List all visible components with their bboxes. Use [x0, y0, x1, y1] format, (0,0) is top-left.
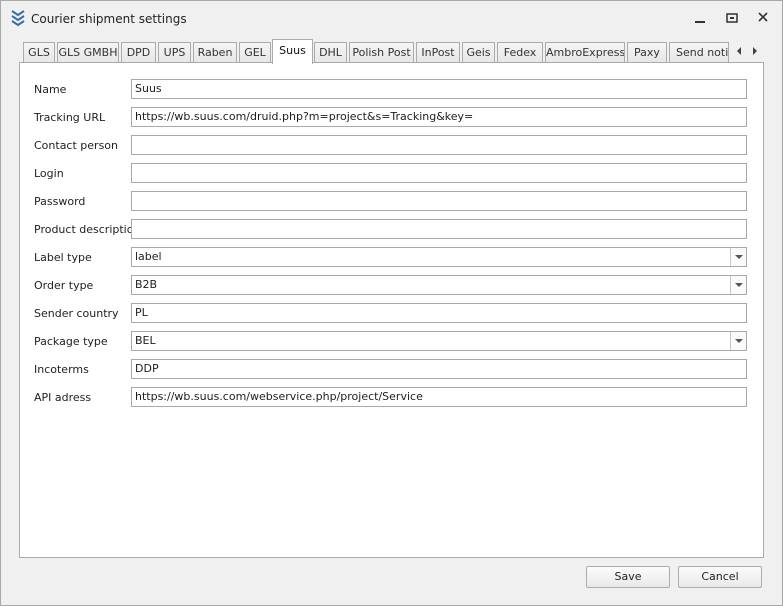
row-password: Password: [20, 191, 765, 211]
settings-panel: Name Suus Tracking URL https://wb.suus.c…: [19, 62, 764, 558]
tab-paxy[interactable]: Paxy: [627, 42, 667, 63]
row-package-type: Package type BEL: [20, 331, 765, 351]
product-description-input[interactable]: [131, 219, 747, 239]
package-type-label: Package type: [34, 335, 108, 348]
minimize-icon[interactable]: [691, 10, 709, 26]
label-type-select[interactable]: label: [131, 247, 747, 267]
package-type-select[interactable]: BEL: [131, 331, 747, 351]
row-name: Name Suus: [20, 79, 765, 99]
incoterms-label: Incoterms: [34, 363, 89, 376]
api-address-label: API adress: [34, 391, 92, 404]
tab-gls[interactable]: GLS: [23, 42, 55, 63]
contact-person-input[interactable]: [131, 135, 747, 155]
cancel-button[interactable]: Cancel: [678, 566, 762, 588]
order-type-label: Order type: [34, 279, 94, 292]
tab-ups[interactable]: UPS: [158, 42, 191, 63]
tab-geis[interactable]: Geis: [462, 42, 495, 63]
product-description-label: Product description: [34, 223, 141, 236]
sender-country-input[interactable]: PL: [131, 303, 747, 323]
password-input[interactable]: [131, 191, 747, 211]
tab-fedex[interactable]: Fedex: [497, 42, 543, 63]
tracking-url-input[interactable]: https://wb.suus.com/druid.php?m=project&…: [131, 107, 747, 127]
order-type-select[interactable]: B2B: [131, 275, 747, 295]
row-contact-person: Contact person: [20, 135, 765, 155]
order-type-value: B2B: [135, 278, 158, 291]
tab-ambroexpress[interactable]: AmbroExpress: [545, 42, 625, 63]
row-tracking-url: Tracking URL https://wb.suus.com/druid.p…: [20, 107, 765, 127]
close-icon[interactable]: [754, 10, 772, 26]
chevron-down-icon[interactable]: [730, 276, 746, 294]
tab-gel[interactable]: GEL: [239, 42, 271, 63]
window-title: Courier shipment settings: [31, 12, 187, 26]
triangle-left-icon[interactable]: [733, 44, 745, 58]
label-type-label: Label type: [34, 251, 92, 264]
tab-gls-gmbh[interactable]: GLS GMBH: [57, 42, 119, 63]
row-label-type: Label type label: [20, 247, 765, 267]
password-label: Password: [34, 195, 86, 208]
save-button[interactable]: Save: [586, 566, 670, 588]
login-input[interactable]: [131, 163, 747, 183]
chevron-down-icon[interactable]: [730, 248, 746, 266]
api-address-input[interactable]: https://wb.suus.com/webservice.php/proje…: [131, 387, 747, 407]
name-label: Name: [34, 83, 67, 96]
name-input[interactable]: Suus: [131, 79, 747, 99]
stacked-chevrons-icon: [10, 9, 26, 27]
tab-dpd[interactable]: DPD: [121, 42, 156, 63]
tab-send-notifications[interactable]: Send notifi: [669, 42, 729, 63]
login-label: Login: [34, 167, 64, 180]
title-bar: Courier shipment settings: [1, 1, 782, 35]
tab-inpost[interactable]: InPost: [416, 42, 460, 63]
courier-settings-window: Courier shipment settings GLS GLS GMBH D…: [0, 0, 783, 606]
tracking-url-label: Tracking URL: [34, 111, 106, 124]
row-order-type: Order type B2B: [20, 275, 765, 295]
triangle-right-icon[interactable]: [749, 44, 761, 58]
courier-tabs: GLS GLS GMBH DPD UPS Raben GEL Suus DHL …: [19, 39, 764, 64]
package-type-value: BEL: [135, 334, 156, 347]
tab-suus[interactable]: Suus: [272, 39, 313, 64]
row-login: Login: [20, 163, 765, 183]
row-sender-country: Sender country PL: [20, 303, 765, 323]
tab-dhl[interactable]: DHL: [314, 42, 347, 63]
chevron-down-icon[interactable]: [730, 332, 746, 350]
tab-polish-post[interactable]: Polish Post: [349, 42, 414, 63]
incoterms-input[interactable]: DDP: [131, 359, 747, 379]
row-api-address: API adress https://wb.suus.com/webservic…: [20, 387, 765, 407]
tab-raben[interactable]: Raben: [193, 42, 237, 63]
contact-person-label: Contact person: [34, 139, 118, 152]
label-type-value: label: [135, 250, 162, 263]
row-product-description: Product description: [20, 219, 765, 239]
sender-country-label: Sender country: [34, 307, 119, 320]
row-incoterms: Incoterms DDP: [20, 359, 765, 379]
restore-icon[interactable]: [723, 10, 741, 26]
